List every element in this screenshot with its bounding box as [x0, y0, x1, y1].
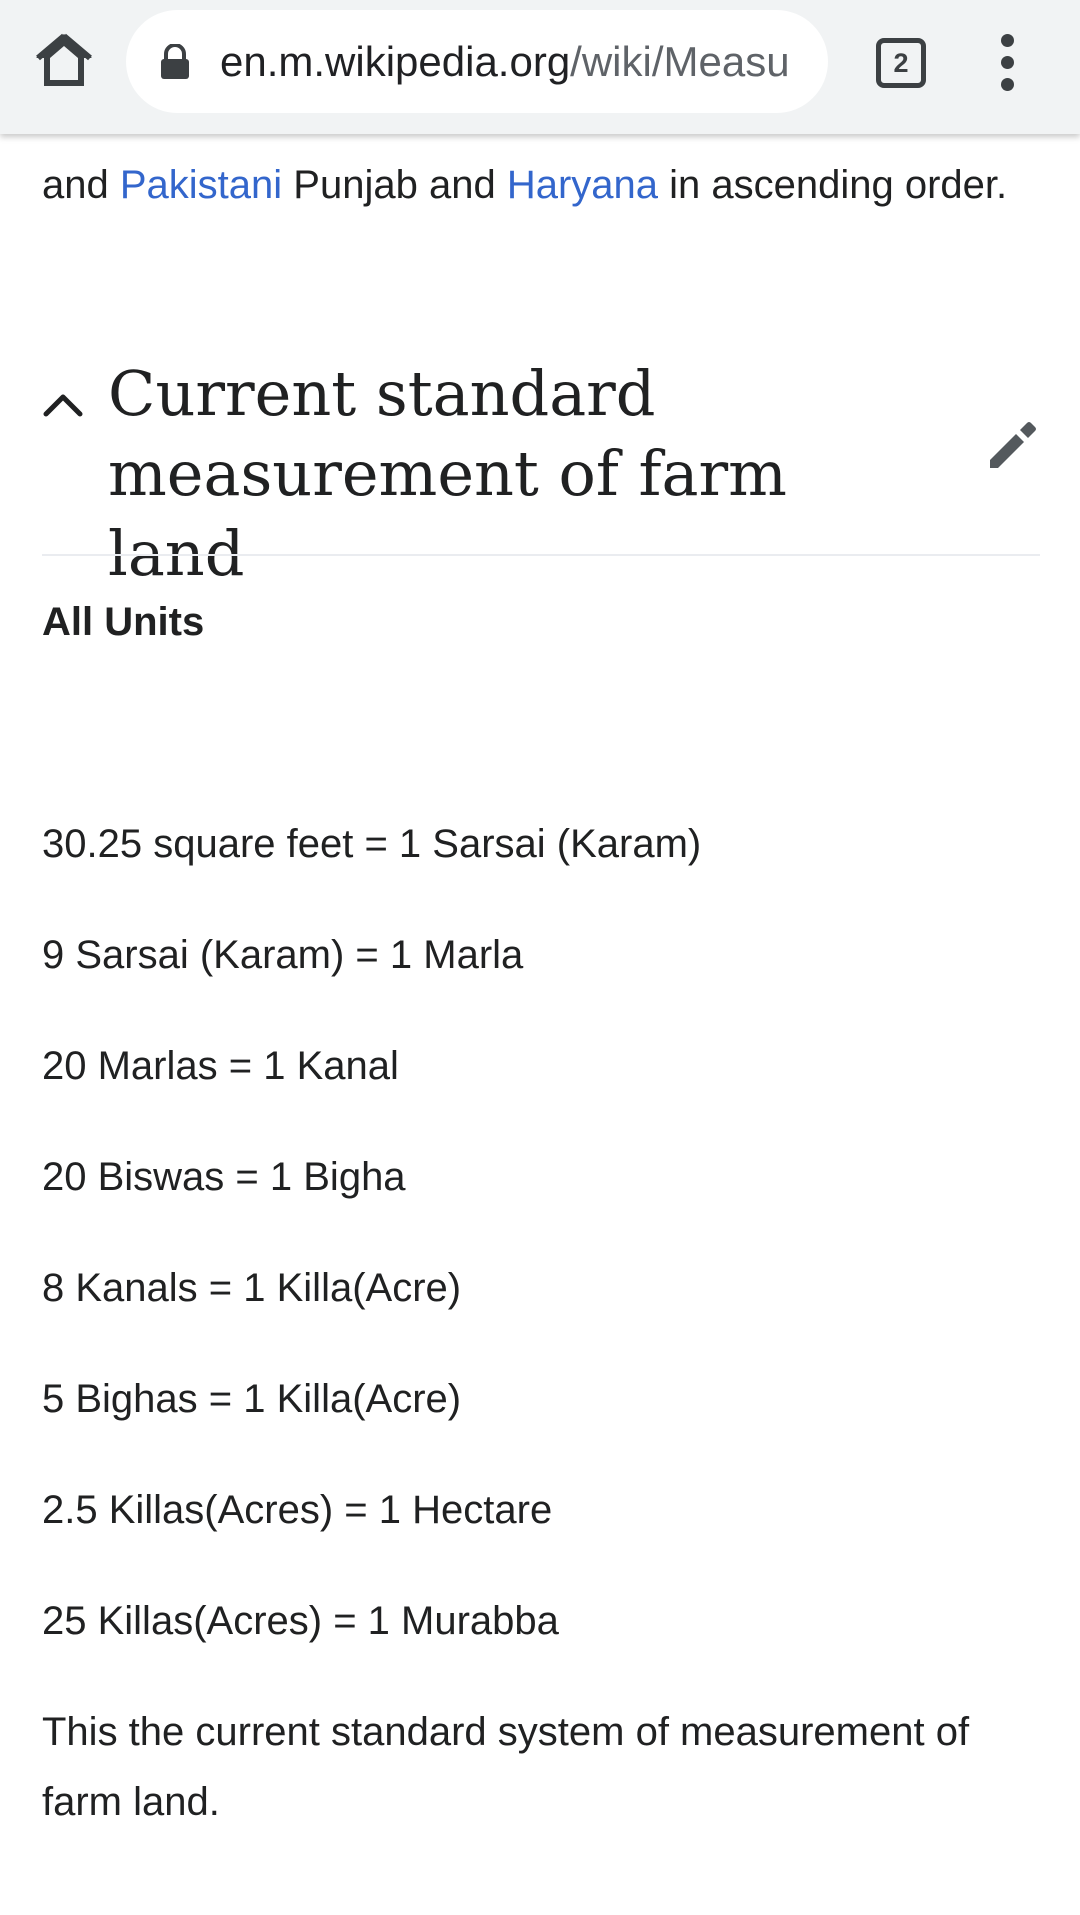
intro-text: Punjab and: [282, 163, 507, 207]
url-path: /wiki/Measu: [570, 38, 790, 85]
unit-conversion-line: 30.25 square feet = 1 Sarsai (Karam): [42, 822, 702, 866]
unit-conversion-line: 20 Marlas = 1 Kanal: [42, 1044, 399, 1088]
unit-conversion-line: 5 Bighas = 1 Killa(Acre): [42, 1377, 462, 1421]
unit-conversion-line: 20 Biswas = 1 Bigha: [42, 1155, 406, 1199]
home-icon: [36, 33, 92, 86]
link-haryana[interactable]: Haryana: [507, 163, 658, 207]
url-domain: en.m.wikipedia.org: [220, 38, 571, 85]
intro-text: and: [42, 163, 120, 207]
more-options-button[interactable]: [990, 30, 1026, 96]
link-pakistani[interactable]: Pakistani: [120, 163, 282, 207]
closing-paragraph: This the current standard system of meas…: [42, 1710, 970, 1824]
intro-text: in ascending order.: [658, 163, 1008, 207]
section-title: Current standard measurement of farm lan…: [108, 357, 787, 590]
pencil-icon[interactable]: [986, 420, 1038, 472]
tab-switcher-icon: 2: [876, 38, 926, 88]
unit-conversion-line: 2.5 Killas(Acres) = 1 Hectare: [42, 1488, 553, 1532]
unit-conversion-line: 8 Kanals = 1 Killa(Acre): [42, 1266, 462, 1310]
address-bar[interactable]: en.m.wikipedia.org/wiki/Measu: [126, 10, 828, 113]
tab-switcher-button[interactable]: 2: [870, 32, 932, 94]
url-text: en.m.wikipedia.org/wiki/Measu: [220, 10, 812, 113]
page: en.m.wikipedia.org/wiki/Measu 2 and Paki…: [0, 0, 1080, 1915]
home-button[interactable]: [26, 22, 102, 98]
lock-icon: [161, 44, 189, 79]
chevron-up-icon[interactable]: [42, 390, 84, 420]
browser-toolbar: en.m.wikipedia.org/wiki/Measu 2: [0, 0, 1080, 134]
unit-conversion-line: 9 Sarsai (Karam) = 1 Marla: [42, 933, 524, 977]
unit-conversion-line: 25 Killas(Acres) = 1 Murabba: [42, 1599, 559, 1643]
all-units-label: All Units: [42, 600, 205, 644]
intro-paragraph: and Pakistani Punjab and Haryana in asce…: [42, 150, 1040, 220]
section-divider: [42, 554, 1040, 556]
section-header[interactable]: Current standard measurement of farm lan…: [42, 354, 1040, 590]
